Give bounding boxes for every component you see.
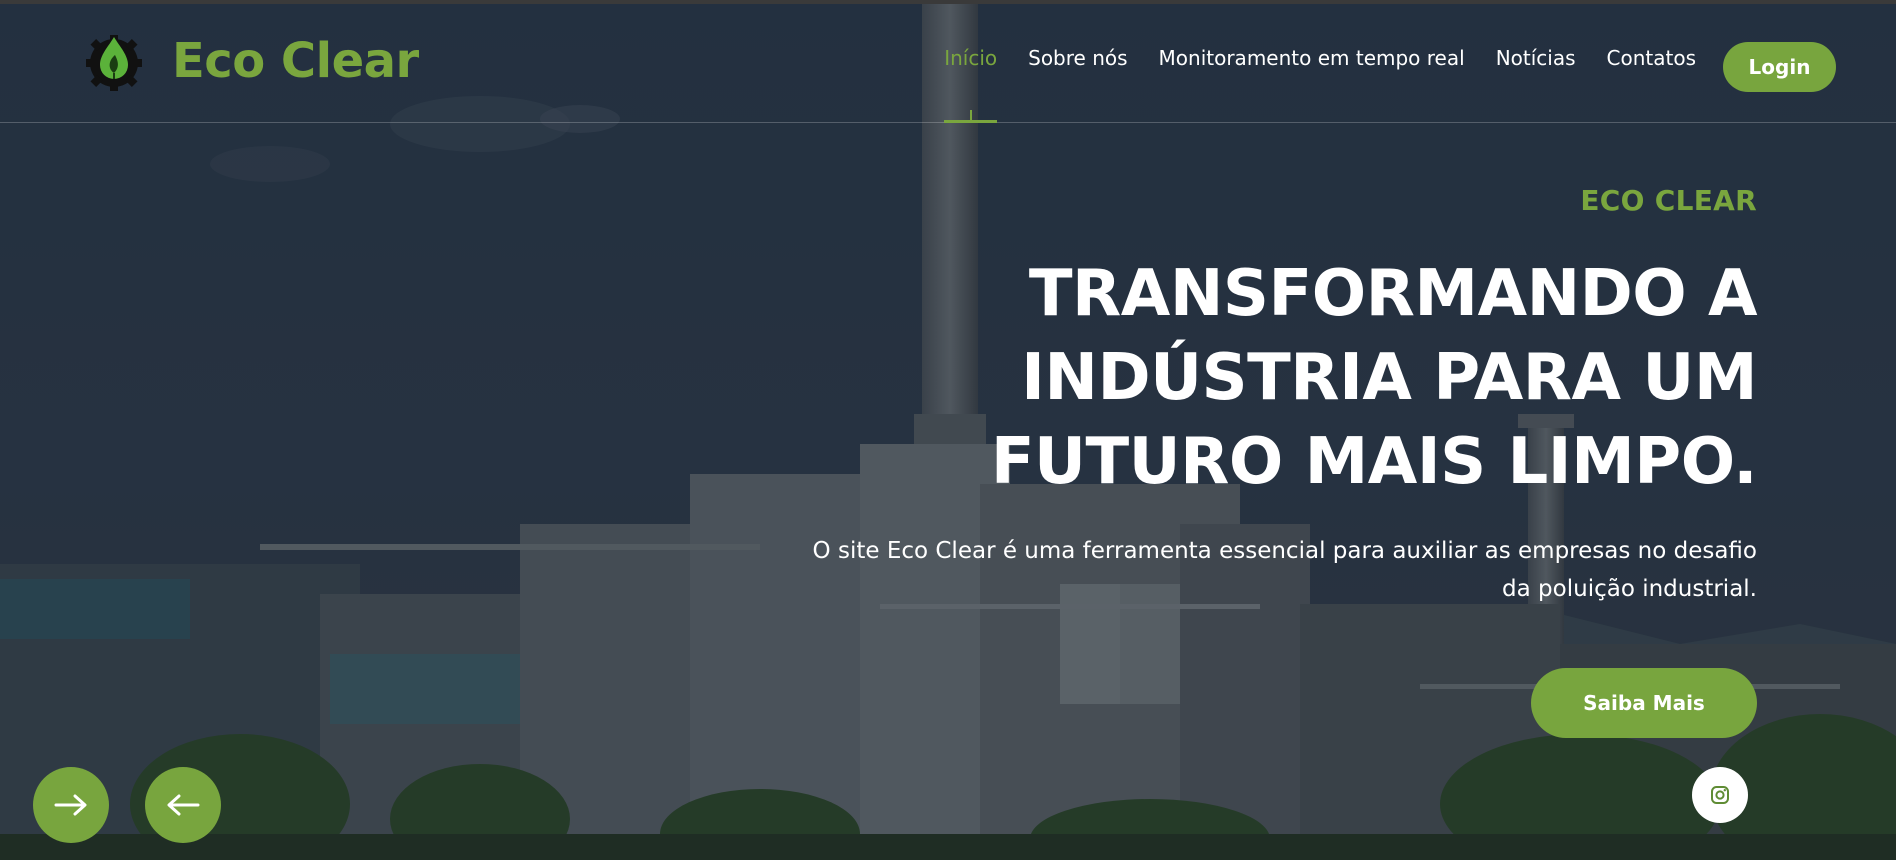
hero-headline-line: TRANSFORMANDO A	[1028, 257, 1758, 331]
carousel-next-button[interactable]	[33, 767, 109, 843]
hero-kicker: ECO CLEAR	[1580, 184, 1757, 217]
login-button[interactable]: Login	[1723, 42, 1836, 92]
nav-item-label: Sobre nós	[1028, 46, 1128, 70]
main-nav: Início Sobre nós Monitoramento em tempo …	[944, 46, 1696, 123]
arrow-right-icon	[54, 794, 87, 816]
nav-item-noticias[interactable]: Notícias	[1496, 46, 1576, 70]
nav-item-label: Monitoramento em tempo real	[1158, 46, 1465, 70]
instagram-button[interactable]	[1692, 767, 1748, 823]
nav-item-sobre-nos[interactable]: Sobre nós	[1028, 46, 1127, 70]
hero-headline-line: INDÚSTRIA PARA UM	[1021, 341, 1757, 415]
instagram-icon	[1711, 786, 1729, 804]
nav-item-monitoramento[interactable]: Monitoramento em tempo real	[1159, 46, 1465, 70]
nav-item-label: Início	[944, 46, 998, 70]
brand[interactable]: Eco Clear	[82, 26, 419, 96]
nav-item-inicio[interactable]: Início	[944, 46, 998, 123]
active-indicator-underline	[944, 120, 998, 123]
site-header: Eco Clear Início Sobre nós Monitoramento…	[0, 4, 1896, 123]
nav-item-label: Contatos	[1606, 46, 1696, 70]
hero-description: O site Eco Clear é uma ferramenta essenc…	[812, 538, 1757, 602]
nav-item-contatos[interactable]: Contatos	[1607, 46, 1696, 70]
nav-item-label: Notícias	[1495, 46, 1576, 70]
leaf-drop-gear-icon	[86, 35, 142, 91]
saiba-mais-button[interactable]: Saiba Mais	[1531, 668, 1757, 738]
hero-headline: TRANSFORMANDO A INDÚSTRIA PARA UM FUTURO…	[857, 252, 1758, 504]
brand-name: Eco Clear	[172, 33, 419, 89]
arrow-left-icon	[167, 794, 200, 816]
hero-headline-line: FUTURO MAIS LIMPO.	[990, 425, 1758, 499]
carousel-prev-button[interactable]	[145, 767, 221, 843]
